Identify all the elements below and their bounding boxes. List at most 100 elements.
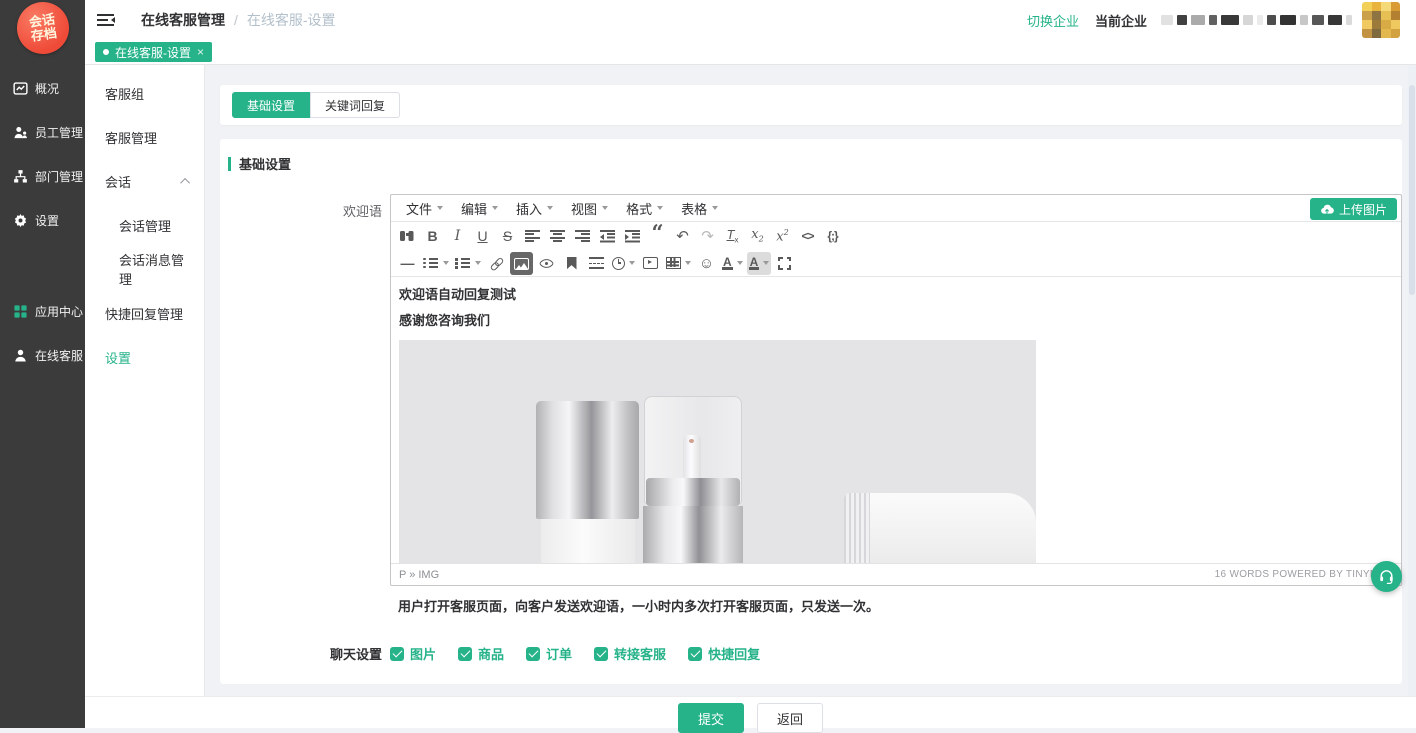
redo-icon[interactable]: ↷ bbox=[696, 225, 719, 248]
editor-menu-label: 插入 bbox=[516, 199, 542, 218]
chat-option-1[interactable]: 商品 bbox=[458, 644, 504, 663]
page-break-icon[interactable] bbox=[585, 252, 608, 275]
editor-paragraph: 欢迎语自动回复测试 bbox=[399, 286, 1393, 303]
emoticons-icon[interactable]: ☺ bbox=[695, 252, 718, 275]
media-icon[interactable] bbox=[639, 252, 662, 275]
checkbox-checked-icon[interactable] bbox=[390, 647, 404, 661]
bullet-list-icon[interactable] bbox=[421, 252, 451, 275]
editor-menu-4[interactable]: 格式 bbox=[617, 195, 672, 221]
editor-menu-3[interactable]: 视图 bbox=[562, 195, 617, 221]
chat-option-0[interactable]: 图片 bbox=[390, 644, 436, 663]
section-title: 基础设置 bbox=[239, 154, 291, 173]
element-path[interactable]: P » IMG bbox=[399, 569, 439, 581]
back-button[interactable]: 返回 bbox=[757, 703, 823, 733]
menu-fold-icon[interactable] bbox=[97, 14, 114, 26]
editor-menu-5[interactable]: 表格 bbox=[672, 195, 727, 221]
checkbox-checked-icon[interactable] bbox=[688, 647, 702, 661]
text-color-icon[interactable]: A bbox=[720, 252, 745, 275]
sidebar-item-gear[interactable]: 设置 bbox=[0, 198, 85, 242]
checkbox-checked-icon[interactable] bbox=[458, 647, 472, 661]
page-scrollbar[interactable] bbox=[1408, 65, 1416, 728]
gear-icon bbox=[13, 213, 28, 228]
chat-option-2[interactable]: 订单 bbox=[526, 644, 572, 663]
code-icon[interactable]: <> bbox=[796, 225, 819, 248]
clear-formatting-icon[interactable]: Tx bbox=[721, 225, 744, 248]
switch-company-link[interactable]: 切换企业 bbox=[1027, 11, 1079, 30]
chevron-down-icon bbox=[737, 261, 743, 265]
open-tab-online-service-settings[interactable]: 在线客服-设置 × bbox=[95, 42, 212, 62]
upload-image-button[interactable]: 上传图片 bbox=[1310, 198, 1397, 220]
checkbox-checked-icon[interactable] bbox=[526, 647, 540, 661]
scrollbar-thumb[interactable] bbox=[1409, 85, 1415, 295]
outdent-icon[interactable] bbox=[596, 225, 619, 248]
chevron-down-icon bbox=[629, 261, 635, 265]
align-right-icon[interactable] bbox=[571, 225, 594, 248]
sidebar-item-users[interactable]: 员工管理 bbox=[0, 110, 85, 154]
horizontal-rule-icon[interactable]: — bbox=[396, 252, 419, 275]
sidebar-item-grid[interactable]: 应用中心 bbox=[0, 289, 85, 333]
chat-option-label: 快捷回复 bbox=[708, 644, 760, 663]
chevron-down-icon bbox=[602, 206, 608, 210]
sidebar-item-person[interactable]: 在线客服 bbox=[0, 333, 85, 377]
cosmetic-tube bbox=[844, 493, 1036, 563]
checkbox-checked-icon[interactable] bbox=[594, 647, 608, 661]
submit-button[interactable]: 提交 bbox=[678, 703, 744, 733]
code-sample-icon[interactable]: {;} bbox=[821, 225, 844, 248]
floating-support-button[interactable] bbox=[1371, 561, 1402, 592]
bold-icon[interactable]: B bbox=[421, 225, 444, 248]
editor-menu-2[interactable]: 插入 bbox=[507, 195, 562, 221]
tab-1[interactable]: 关键词回复 bbox=[310, 92, 400, 118]
submenu-item-2[interactable]: 会话 bbox=[85, 159, 204, 203]
preview-icon[interactable] bbox=[535, 252, 558, 275]
main-content: 基础设置关键词回复 基础设置 欢迎语 bbox=[205, 65, 1416, 728]
anchor-icon[interactable] bbox=[560, 252, 583, 275]
form-card: 基础设置 欢迎语 上传图片 bbox=[220, 139, 1402, 684]
chat-option-4[interactable]: 快捷回复 bbox=[688, 644, 760, 663]
editor-menu-label: 视图 bbox=[571, 199, 597, 218]
sidebar-item-chart[interactable]: 概况 bbox=[0, 66, 85, 110]
submenu-item-label: 设置 bbox=[105, 348, 131, 367]
tab-0[interactable]: 基础设置 bbox=[232, 92, 310, 118]
chat-option-3[interactable]: 转接客服 bbox=[594, 644, 666, 663]
strikethrough-icon[interactable]: S bbox=[496, 225, 519, 248]
company-name-redacted bbox=[1161, 14, 1352, 26]
chevron-down-icon bbox=[475, 261, 481, 265]
footer-action-bar: 提交 返回 bbox=[85, 696, 1416, 728]
chevron-up-icon bbox=[180, 177, 190, 187]
submenu-item-3[interactable]: 会话管理 bbox=[85, 203, 204, 247]
search-replace-icon[interactable] bbox=[396, 225, 419, 248]
align-left-icon[interactable] bbox=[521, 225, 544, 248]
submenu-item-0[interactable]: 客服组 bbox=[85, 71, 204, 115]
highlight-color-icon[interactable]: A bbox=[747, 252, 772, 275]
fullscreen-icon[interactable] bbox=[773, 252, 796, 275]
editor-toolbar-row-2: —☺AA bbox=[391, 250, 1401, 277]
editor-menu-0[interactable]: 文件 bbox=[397, 195, 452, 221]
sidebar-item-label: 概况 bbox=[35, 80, 59, 97]
welcome-image[interactable] bbox=[399, 340, 1036, 563]
align-center-icon[interactable] bbox=[546, 225, 569, 248]
subscript-icon[interactable]: x2 bbox=[746, 225, 769, 248]
sidebar-item-org[interactable]: 部门管理 bbox=[0, 154, 85, 198]
numbered-list-icon[interactable] bbox=[453, 252, 483, 275]
close-tab-icon[interactable]: × bbox=[197, 45, 204, 59]
editor-content[interactable]: 欢迎语自动回复测试感谢您咨询我们 bbox=[391, 277, 1401, 563]
editor-menu-1[interactable]: 编辑 bbox=[452, 195, 507, 221]
italic-icon[interactable]: I bbox=[446, 225, 469, 248]
undo-icon[interactable]: ↶ bbox=[671, 225, 694, 248]
breadcrumb-root[interactable]: 在线客服管理 bbox=[141, 10, 225, 30]
user-avatar[interactable] bbox=[1362, 2, 1400, 38]
submenu-item-1[interactable]: 客服管理 bbox=[85, 115, 204, 159]
link-icon[interactable] bbox=[485, 252, 508, 275]
blockquote-icon[interactable]: “ bbox=[646, 225, 669, 248]
submenu-item-5[interactable]: 快捷回复管理 bbox=[85, 291, 204, 335]
underline-icon[interactable]: U bbox=[471, 225, 494, 248]
breadcrumb: 在线客服管理 / 在线客服-设置 bbox=[141, 10, 336, 30]
submenu-item-6[interactable]: 设置 bbox=[85, 335, 204, 379]
editor-menu-label: 文件 bbox=[406, 199, 432, 218]
insert-datetime-icon[interactable] bbox=[610, 252, 637, 275]
superscript-icon[interactable]: x2 bbox=[771, 225, 794, 248]
insert-image-icon[interactable] bbox=[510, 252, 533, 275]
table-icon[interactable] bbox=[664, 252, 693, 275]
indent-icon[interactable] bbox=[621, 225, 644, 248]
submenu-item-4[interactable]: 会话消息管理 bbox=[85, 247, 204, 291]
